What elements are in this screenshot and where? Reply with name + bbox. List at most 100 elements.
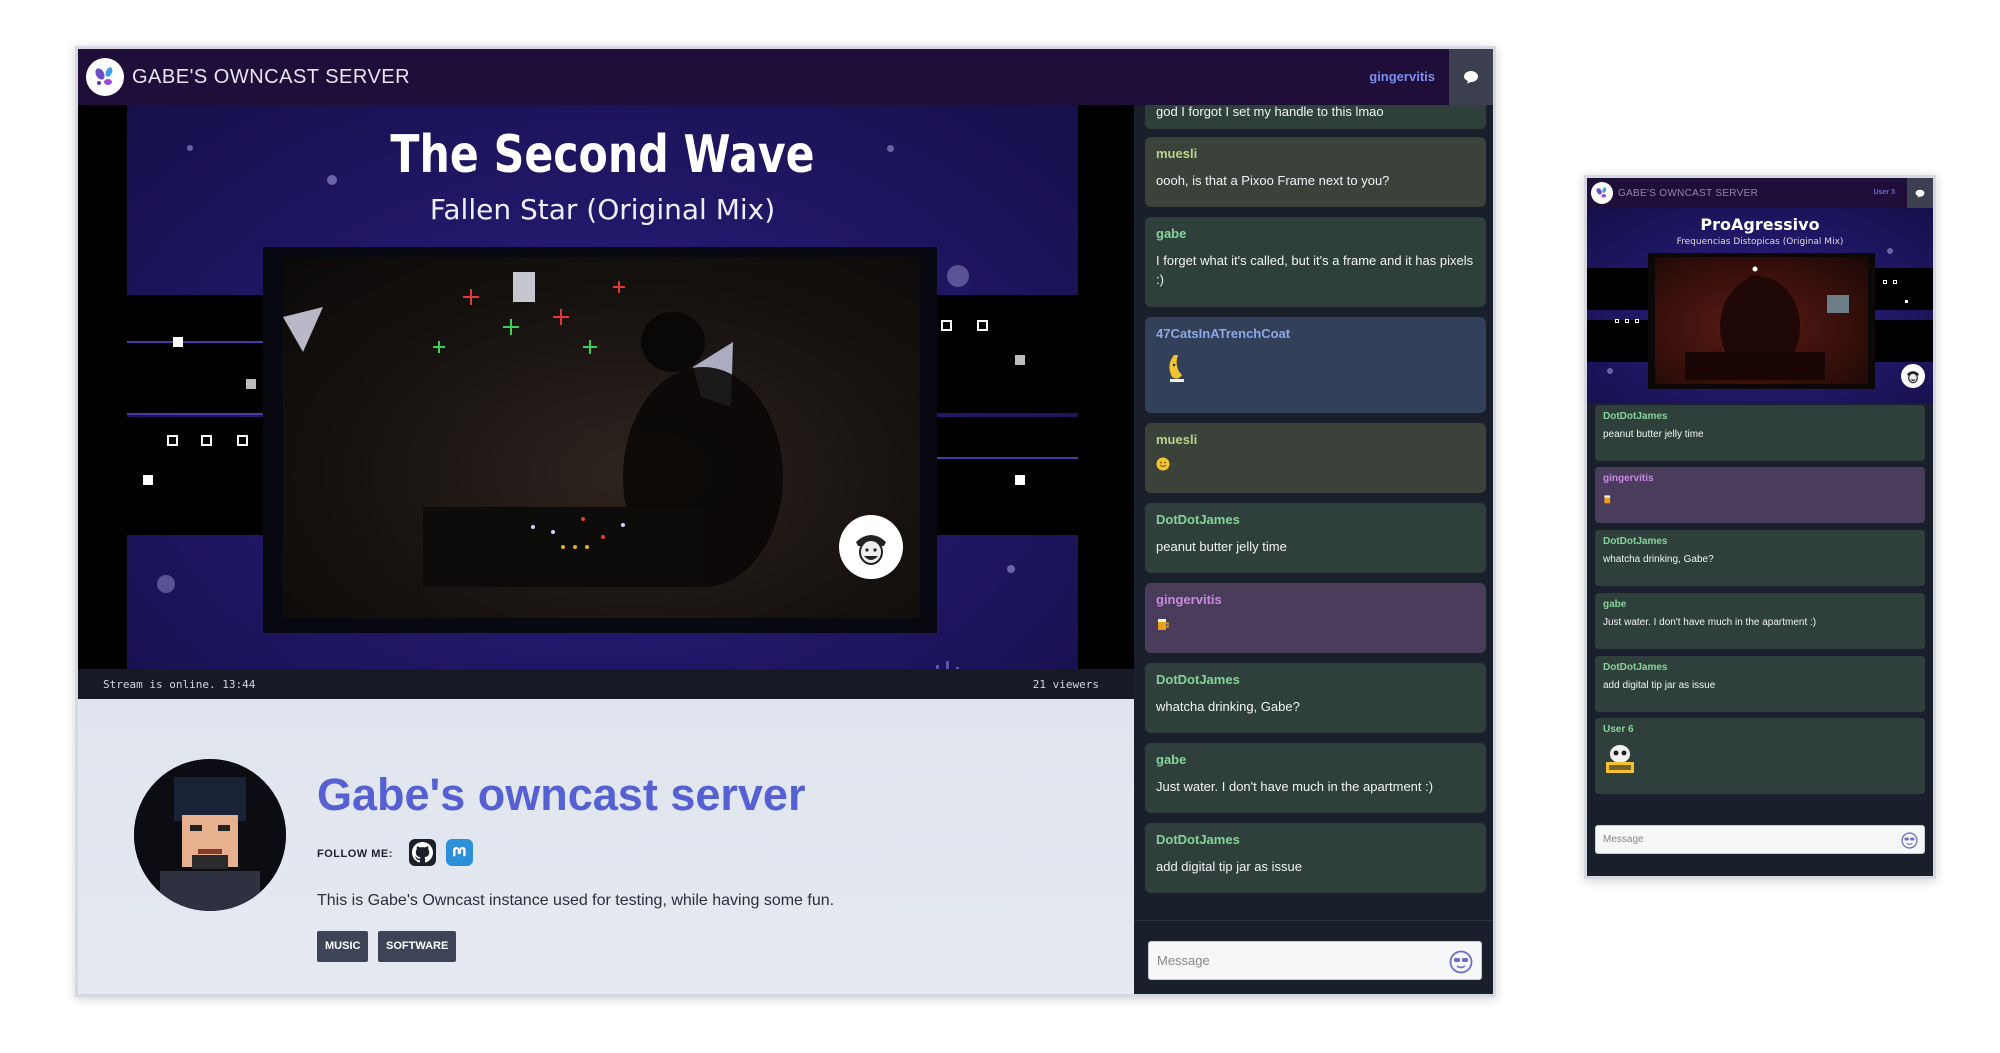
chat-message-text: add digital tip jar as issue	[1156, 859, 1302, 874]
header: GABE'S OWNCAST SERVER gingervitis	[78, 49, 1493, 105]
mobile-streamer-logo-avatar	[1901, 364, 1925, 388]
emoji-picker-button[interactable]	[1448, 949, 1474, 975]
server-name: Gabe's owncast server	[317, 769, 806, 820]
stream-status: Stream is online. 13:44	[103, 678, 256, 691]
mobile-chat-panel: DotDotJames peanut butter jelly time gin…	[1587, 403, 1933, 876]
mobile-video-player[interactable]: ProAgressivo Frequencias Distopicas (Ori…	[1587, 208, 1933, 403]
site-title[interactable]: GABE'S OWNCAST SERVER	[132, 66, 410, 89]
chat-message-text: I forget what it's called, but it's a fr…	[1156, 253, 1474, 287]
chat-message: DotDotJames peanut butter jelly time	[1145, 503, 1486, 573]
video-scene: The Second Wave Fallen Star (Original Mi…	[127, 105, 1078, 699]
mobile-chat-input-area: Message	[1587, 811, 1933, 876]
chat-message-text: Just water. I don't have much in the apa…	[1156, 779, 1434, 794]
chat-input-area: Message	[1134, 920, 1493, 994]
server-avatar	[134, 759, 286, 911]
chat-message: gabe Just water. I don't have much in th…	[1595, 593, 1925, 649]
mobile-site-title[interactable]: GABE'S OWNCAST SERVER	[1618, 188, 1758, 199]
chat-message-text: peanut butter jelly time	[1603, 429, 1704, 440]
mobile-username-link[interactable]: User 3	[1874, 178, 1895, 208]
chat-username[interactable]: muesli	[1156, 146, 1475, 161]
chat-username[interactable]: 47CatsInATrenchCoat	[1156, 326, 1475, 341]
chat-message: gabe I forget what it's called, but it's…	[1145, 217, 1486, 307]
chat-username[interactable]: User 6	[1603, 724, 1917, 735]
desktop-window: GABE'S OWNCAST SERVER gingervitis The Se…	[75, 46, 1496, 997]
chat-message-text: oooh, is that a Pixoo Frame next to you?	[1156, 173, 1390, 188]
chat-message: DotDotJames peanut butter jelly time	[1595, 405, 1925, 461]
mobile-header: GABE'S OWNCAST SERVER User 3	[1587, 178, 1933, 208]
skull-hype-emoji-icon	[1606, 745, 1634, 773]
chat-username[interactable]: gingervitis	[1156, 592, 1475, 607]
owncast-logo[interactable]	[86, 58, 124, 96]
chat-toggle-button[interactable]	[1449, 49, 1493, 105]
webcam-feed	[283, 257, 920, 618]
chat-message: gingervitis	[1145, 583, 1486, 653]
chat-message: User 6	[1595, 718, 1925, 794]
webcam-frame	[263, 247, 937, 633]
mastodon-icon	[453, 846, 466, 857]
mobile-emoji-picker-button[interactable]	[1900, 831, 1918, 849]
chat-username[interactable]: DotDotJames	[1603, 662, 1917, 673]
chat-message-text: Just water. I don't have much in the apa…	[1603, 617, 1817, 628]
mobile-owncast-logo[interactable]	[1591, 182, 1613, 204]
tag-music[interactable]: MUSIC	[317, 931, 369, 962]
mobile-chat-toggle-button[interactable]	[1907, 178, 1933, 208]
github-icon	[412, 842, 433, 863]
viewer-count: 21 viewers	[1032, 678, 1099, 691]
about-section: Gabe's owncast server FOLLOW ME: This is…	[78, 699, 1134, 994]
chat-bubble-icon	[1464, 71, 1478, 84]
chat-message: muesli oooh, is that a Pixoo Frame next …	[1145, 137, 1486, 207]
chat-message: gabe Just water. I don't have much in th…	[1145, 743, 1486, 813]
chat-message-text: add digital tip jar as issue	[1603, 680, 1716, 691]
owncast-logo-icon	[1594, 185, 1610, 201]
chat-bubble-icon	[1915, 189, 1925, 198]
chat-username[interactable]: DotDotJames	[1156, 832, 1475, 847]
chat-message-text: peanut butter jelly time	[1156, 539, 1287, 554]
mobile-chat-message-input[interactable]: Message	[1595, 825, 1925, 854]
chat-message: god I forgot I set my handle to this lma…	[1145, 105, 1486, 129]
mobile-track-artist: ProAgressivo	[1700, 215, 1820, 234]
chat-username[interactable]: DotDotJames	[1156, 672, 1475, 687]
mobile-window: GABE'S OWNCAST SERVER User 3 ProAgressiv…	[1584, 175, 1936, 879]
username-link[interactable]: gingervitis	[1369, 49, 1435, 105]
sunglasses-emoji-icon	[1449, 950, 1473, 974]
sunglasses-emoji-icon	[1900, 831, 1918, 849]
chat-message-input[interactable]: Message	[1148, 941, 1482, 980]
chat-message: DotDotJames add digital tip jar as issue	[1595, 656, 1925, 712]
smile-emoji-icon	[1156, 457, 1170, 471]
track-artist: The Second Wave	[390, 125, 815, 185]
chat-panel: god I forgot I set my handle to this lma…	[1134, 105, 1493, 994]
chat-message: gingervitis	[1595, 467, 1925, 523]
streamer-logo-avatar	[839, 515, 903, 579]
mobile-video-scene: ProAgressivo Frequencias Distopicas (Ori…	[1587, 208, 1933, 403]
chat-message: DotDotJames whatcha drinking, Gabe?	[1145, 663, 1486, 733]
mobile-webcam-frame	[1648, 253, 1875, 389]
server-description: This is Gabe's Owncast instance used for…	[317, 892, 835, 909]
chat-username[interactable]: DotDotJames	[1603, 536, 1917, 547]
beer-emoji-icon	[1158, 619, 1169, 630]
chat-message-text: whatcha drinking, Gabe?	[1603, 554, 1714, 565]
chat-message: 47CatsInATrenchCoat	[1145, 317, 1486, 413]
chat-username[interactable]: gabe	[1156, 752, 1475, 767]
chat-message-text: god I forgot I set my handle to this lma…	[1156, 105, 1384, 119]
chat-username[interactable]: gingervitis	[1603, 473, 1917, 484]
owncast-logo-icon	[92, 64, 118, 90]
chat-username[interactable]: gabe	[1603, 599, 1917, 610]
chat-username[interactable]: DotDotJames	[1156, 512, 1475, 527]
mobile-track-title: Frequencias Distopicas (Original Mix)	[1676, 237, 1844, 247]
chat-username[interactable]: muesli	[1156, 432, 1475, 447]
chat-message-text: whatcha drinking, Gabe?	[1156, 699, 1300, 714]
dancing-banana-emoji-icon	[1169, 355, 1184, 382]
beer-emoji-icon	[1604, 495, 1611, 504]
chat-username[interactable]: gabe	[1156, 226, 1475, 241]
tag-software[interactable]: SOFTWARE	[378, 931, 457, 962]
video-player[interactable]: The Second Wave Fallen Star (Original Mi…	[78, 105, 1134, 699]
github-link[interactable]	[409, 839, 436, 866]
chat-username[interactable]: DotDotJames	[1603, 411, 1917, 422]
mobile-webcam-feed	[1655, 257, 1868, 384]
chat-message: DotDotJames whatcha drinking, Gabe?	[1595, 530, 1925, 586]
stream-status-bar: Stream is online. 13:44 21 viewers	[78, 669, 1134, 699]
mastodon-link[interactable]	[446, 839, 473, 866]
chat-message: DotDotJames add digital tip jar as issue	[1145, 823, 1486, 893]
follow-me-label: FOLLOW ME:	[317, 848, 393, 860]
chat-message: muesli	[1145, 423, 1486, 493]
